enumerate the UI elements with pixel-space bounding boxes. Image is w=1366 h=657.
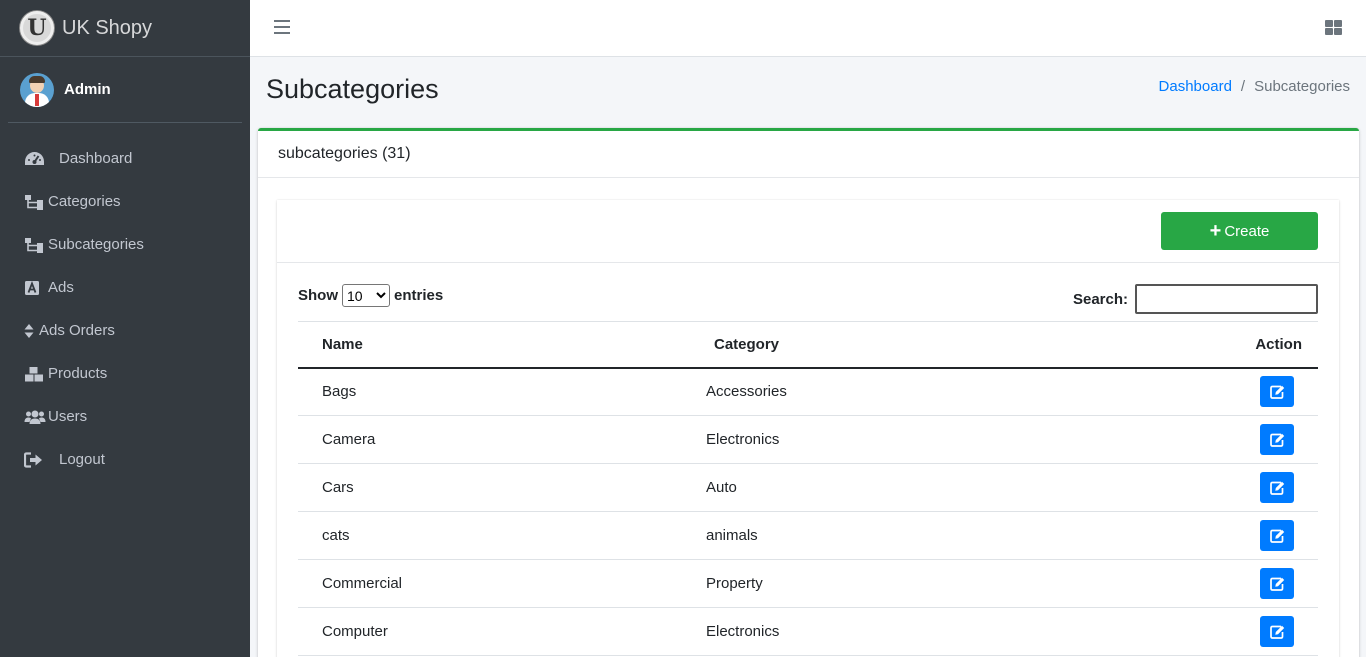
column-header-name[interactable]: Name [298, 321, 682, 369]
table-row: Camera Electronics [298, 415, 1318, 464]
sidebar: U UK Shopy Admin Dashboard Categories Su… [0, 0, 250, 657]
sidebar-item-label: Logout [59, 451, 105, 468]
search-label: Search: [1072, 290, 1128, 308]
sidebar-item-label: Products [48, 365, 108, 382]
edit-icon [1269, 385, 1284, 399]
cell-category: animals [682, 511, 1081, 560]
boxes-icon [24, 366, 46, 382]
sidebar-item-label: Categories [48, 193, 121, 210]
plus-icon: + [1209, 220, 1222, 242]
search-control: Search: [1073, 284, 1318, 314]
edit-button[interactable] [1260, 520, 1294, 551]
table-row: Computer Electronics [298, 607, 1318, 656]
sidebar-item-label: Ads [48, 279, 74, 296]
edit-button[interactable] [1260, 568, 1294, 599]
sort-icon [24, 323, 37, 339]
breadcrumb: Dashboard / Subcategories [1159, 78, 1350, 95]
user-panel: Admin [8, 57, 242, 123]
entries-length-control: Show 10 entries [298, 284, 443, 307]
menu-toggle-icon[interactable] [274, 20, 290, 34]
show-label: Show [298, 287, 338, 304]
sidebar-item-logout[interactable]: Logout [0, 438, 250, 481]
edit-button[interactable] [1260, 616, 1294, 647]
table-controls: Show 10 entries Search: [298, 284, 1318, 314]
entries-select[interactable]: 10 [342, 284, 390, 307]
cell-category: Accessories [682, 367, 1081, 416]
brand-logo: U [20, 11, 54, 45]
edit-icon [1269, 529, 1284, 543]
tachometer-icon [24, 151, 57, 167]
breadcrumb-link-dashboard[interactable]: Dashboard [1159, 78, 1232, 95]
subcategories-table: Name Category Action Bags Accessories Ca… [298, 321, 1318, 656]
breadcrumb-separator: / [1240, 78, 1246, 95]
column-header-action: Action [1080, 321, 1318, 369]
page-title: Subcategories [266, 74, 439, 104]
sitemap-icon [24, 194, 46, 210]
sidebar-item-label: Users [48, 408, 88, 425]
user-name[interactable]: Admin [64, 81, 111, 98]
grid-icon[interactable] [1325, 20, 1342, 35]
sidebar-item-label: Dashboard [59, 150, 133, 167]
edit-icon [1269, 625, 1284, 639]
avatar[interactable] [20, 72, 54, 107]
cell-category: Auto [682, 463, 1081, 512]
table-row: Cars Auto [298, 463, 1318, 512]
sidebar-nav: Dashboard Categories Subcategories Ads A… [0, 123, 250, 481]
sidebar-item-ads[interactable]: Ads [0, 266, 250, 309]
sidebar-item-subcategories[interactable]: Subcategories [0, 223, 250, 266]
edit-icon [1269, 577, 1284, 591]
entries-label: entries [394, 287, 444, 304]
sidebar-item-dashboard[interactable]: Dashboard [0, 137, 250, 180]
table-row: Bags Accessories [298, 367, 1318, 416]
cell-name: Bags [298, 367, 682, 416]
users-icon [24, 409, 46, 425]
sidebar-item-categories[interactable]: Categories [0, 180, 250, 223]
breadcrumb-current: Subcategories [1254, 78, 1350, 95]
edit-icon [1269, 433, 1284, 447]
cell-name: Cars [298, 463, 682, 512]
sidebar-item-products[interactable]: Products [0, 352, 250, 395]
cell-category: Electronics [682, 607, 1081, 656]
top-navbar [250, 0, 1366, 57]
create-button[interactable]: + Create [1161, 212, 1318, 250]
brand[interactable]: U UK Shopy [0, 0, 250, 57]
brand-logo-letter: U [27, 15, 47, 41]
column-header-category[interactable]: Category [682, 321, 1081, 369]
cell-name: Computer [298, 607, 682, 656]
card-title: subcategories (31) [258, 131, 1359, 178]
table-row: Commercial Property [298, 559, 1318, 608]
sitemap-icon [24, 237, 46, 253]
cell-name: cats [298, 511, 682, 560]
cell-name: Commercial [298, 559, 682, 608]
edit-icon [1269, 481, 1284, 495]
ads-icon [24, 280, 46, 296]
table-header-row: Name Category Action [298, 321, 1318, 369]
cell-category: Electronics [682, 415, 1081, 464]
sidebar-item-ads-orders[interactable]: Ads Orders [0, 309, 250, 352]
sidebar-item-label: Ads Orders [39, 322, 115, 339]
table-panel-header: + Create [277, 200, 1339, 263]
sign-out-icon [24, 451, 57, 468]
edit-button[interactable] [1260, 376, 1294, 408]
create-button-label: Create [1224, 222, 1270, 240]
search-input[interactable] [1135, 284, 1318, 314]
cell-category: Property [682, 559, 1081, 608]
table-row: cats animals [298, 511, 1318, 560]
brand-name: UK Shopy [62, 16, 153, 39]
sidebar-item-users[interactable]: Users [0, 395, 250, 438]
edit-button[interactable] [1260, 424, 1294, 455]
table-panel: + Create Show 10 entries Search: Name Ca… [277, 200, 1339, 657]
cell-name: Camera [298, 415, 682, 464]
sidebar-item-label: Subcategories [48, 236, 144, 253]
edit-button[interactable] [1260, 472, 1294, 503]
subcategories-card: subcategories (31) + Create Show 10 entr… [258, 128, 1359, 657]
